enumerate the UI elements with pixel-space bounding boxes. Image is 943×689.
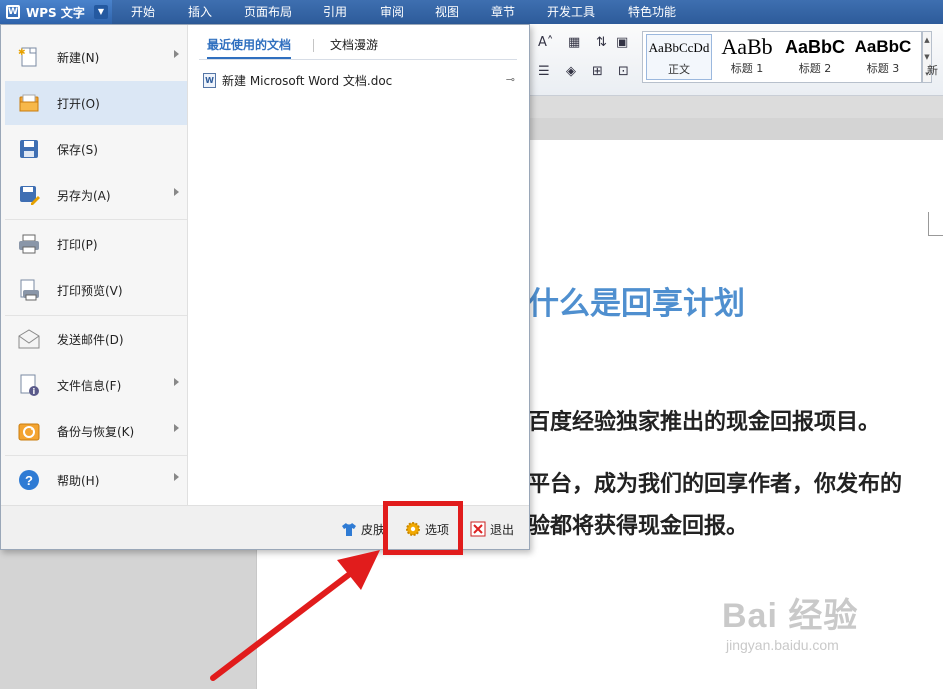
border-icon[interactable]: ⊞ bbox=[592, 64, 603, 79]
document-heading: 什么是回享计划 bbox=[528, 286, 745, 322]
submenu-arrow-icon bbox=[174, 188, 179, 196]
tab-underline bbox=[199, 59, 517, 60]
menu-item-new[interactable]: ✱ 新建(N) bbox=[5, 35, 187, 79]
tab-features[interactable]: 特色功能 bbox=[628, 0, 676, 24]
tab-recent-documents[interactable]: 最近使用的文档 bbox=[207, 37, 292, 59]
mail-icon bbox=[17, 327, 41, 351]
watermark-logo: Bai 经验 bbox=[722, 597, 859, 635]
table-icon[interactable]: ▦ bbox=[568, 35, 580, 50]
menu-divider bbox=[5, 219, 187, 220]
font-size-icon[interactable]: A˄ bbox=[538, 35, 553, 50]
tab-references[interactable]: 引用 bbox=[323, 0, 347, 24]
exit-icon bbox=[470, 521, 486, 537]
document-line: 验都将获得现金回报。 bbox=[528, 514, 749, 539]
sort-icon[interactable]: ⇅ bbox=[596, 35, 607, 50]
style-normal[interactable]: AaBbCcDd 正文 bbox=[646, 34, 712, 80]
submenu-arrow-icon bbox=[174, 50, 179, 58]
menu-item-save[interactable]: 保存(S) bbox=[5, 127, 187, 171]
backup-restore-icon bbox=[17, 419, 41, 443]
style-heading-1[interactable]: AaBb 标题 1 bbox=[714, 34, 780, 80]
style-heading-3[interactable]: AaBbC 标题 3 bbox=[850, 34, 916, 80]
tab-document-roaming[interactable]: 文档漫游 bbox=[330, 37, 378, 59]
app-menu-commands: ✱ 新建(N) 打开(O) 保存(S) 另存为(A) 打印(P) 打印预览(V)… bbox=[1, 25, 188, 505]
annotation-highlight-box bbox=[383, 501, 463, 555]
tab-developer[interactable]: 开发工具 bbox=[547, 0, 595, 24]
menu-divider bbox=[5, 455, 187, 456]
submenu-arrow-icon bbox=[174, 378, 179, 386]
new-doc-icon: ✱ bbox=[17, 45, 41, 69]
tab-page-layout[interactable]: 页面布局 bbox=[244, 0, 292, 24]
svg-text:i: i bbox=[33, 387, 36, 396]
app-menu-panel: ✱ 新建(N) 打开(O) 保存(S) 另存为(A) 打印(P) 打印预览(V)… bbox=[0, 24, 530, 550]
style-gallery[interactable]: AaBbCcDd 正文 AaBb 标题 1 AaBbC 标题 2 AaBbC 标… bbox=[642, 31, 922, 83]
menu-item-file-info[interactable]: i 文件信息(F) bbox=[5, 363, 187, 407]
style-heading-2[interactable]: AaBbC 标题 2 bbox=[782, 34, 848, 80]
tab-home[interactable]: 开始 bbox=[131, 0, 155, 24]
chevron-down-icon[interactable]: ▼ bbox=[94, 5, 108, 19]
document-line: 百度经验独家推出的现金回报项目。 bbox=[528, 410, 881, 435]
svg-text:✱: ✱ bbox=[18, 48, 26, 58]
skin-button[interactable]: 皮肤 bbox=[341, 520, 385, 538]
open-folder-icon bbox=[17, 91, 41, 115]
tab-view[interactable]: 视图 bbox=[435, 0, 459, 24]
menu-item-save-as[interactable]: 另存为(A) bbox=[5, 173, 187, 217]
document-line: 平台，成为我们的回享作者，你发布的 bbox=[528, 472, 903, 497]
help-icon: ? bbox=[17, 468, 41, 492]
watermark-url: jingyan.baidu.com bbox=[726, 637, 839, 653]
menu-divider bbox=[5, 315, 187, 316]
exit-button[interactable]: 退出 bbox=[470, 520, 514, 538]
printer-icon bbox=[17, 232, 41, 256]
submenu-arrow-icon bbox=[174, 473, 179, 481]
svg-text:?: ? bbox=[25, 473, 33, 488]
tab-divider bbox=[313, 39, 314, 52]
shirt-icon bbox=[341, 521, 357, 537]
wps-logo-icon: W bbox=[6, 5, 20, 19]
print-preview-icon bbox=[17, 278, 41, 302]
menu-bar: W WPS 文字 ▼ 开始 插入 页面布局 引用 审阅 视图 章节 开发工具 特… bbox=[0, 0, 943, 24]
submenu-arrow-icon bbox=[174, 424, 179, 432]
new-style-button[interactable]: 新 bbox=[927, 62, 938, 78]
file-info-icon: i bbox=[17, 373, 41, 397]
menu-item-open[interactable]: 打开(O) bbox=[5, 81, 187, 125]
margin-corner-mark bbox=[928, 212, 943, 236]
document-ruler-strip bbox=[530, 96, 943, 118]
tab-chapter[interactable]: 章节 bbox=[491, 0, 515, 24]
word-doc-icon: W bbox=[203, 72, 216, 88]
save-icon bbox=[17, 137, 41, 161]
menu-item-print-preview[interactable]: 打印预览(V) bbox=[5, 268, 187, 312]
app-title: WPS 文字 bbox=[26, 5, 85, 20]
tab-review[interactable]: 审阅 bbox=[380, 0, 404, 24]
borders-dropdown-icon[interactable]: ⊡ bbox=[618, 64, 629, 79]
recent-document-name: 新建 Microsoft Word 文档.doc bbox=[222, 73, 393, 88]
line-spacing-icon[interactable]: ☰ bbox=[538, 64, 550, 79]
recent-documents-pane: 最近使用的文档 文档漫游 W 新建 Microsoft Word 文档.doc … bbox=[189, 25, 529, 505]
menu-item-print[interactable]: 打印(P) bbox=[5, 222, 187, 266]
ribbon: A˄ ▦ ⇅ ▣ ☰ ◈ ⊞ ⊡ AaBbCcDd 正文 AaBb 标题 1 A… bbox=[530, 24, 943, 96]
wps-app-button[interactable]: W WPS 文字 ▼ bbox=[0, 0, 112, 24]
recent-document-item[interactable]: W 新建 Microsoft Word 文档.doc ⊸ bbox=[203, 71, 519, 89]
menu-item-send-mail[interactable]: 发送邮件(D) bbox=[5, 317, 187, 361]
pin-icon[interactable]: ⊸ bbox=[506, 73, 515, 86]
shading-icon[interactable]: ◈ bbox=[566, 64, 576, 79]
menu-item-help[interactable]: ? 帮助(H) bbox=[5, 458, 187, 502]
annotation-arrow bbox=[210, 550, 380, 681]
menu-item-backup-restore[interactable]: 备份与恢复(K) bbox=[5, 409, 187, 453]
frame-icon[interactable]: ▣ bbox=[616, 35, 628, 50]
tab-insert[interactable]: 插入 bbox=[188, 0, 212, 24]
save-as-icon bbox=[17, 183, 41, 207]
baidu-watermark: Bai 经验 jingyan.baidu.com bbox=[722, 588, 858, 653]
